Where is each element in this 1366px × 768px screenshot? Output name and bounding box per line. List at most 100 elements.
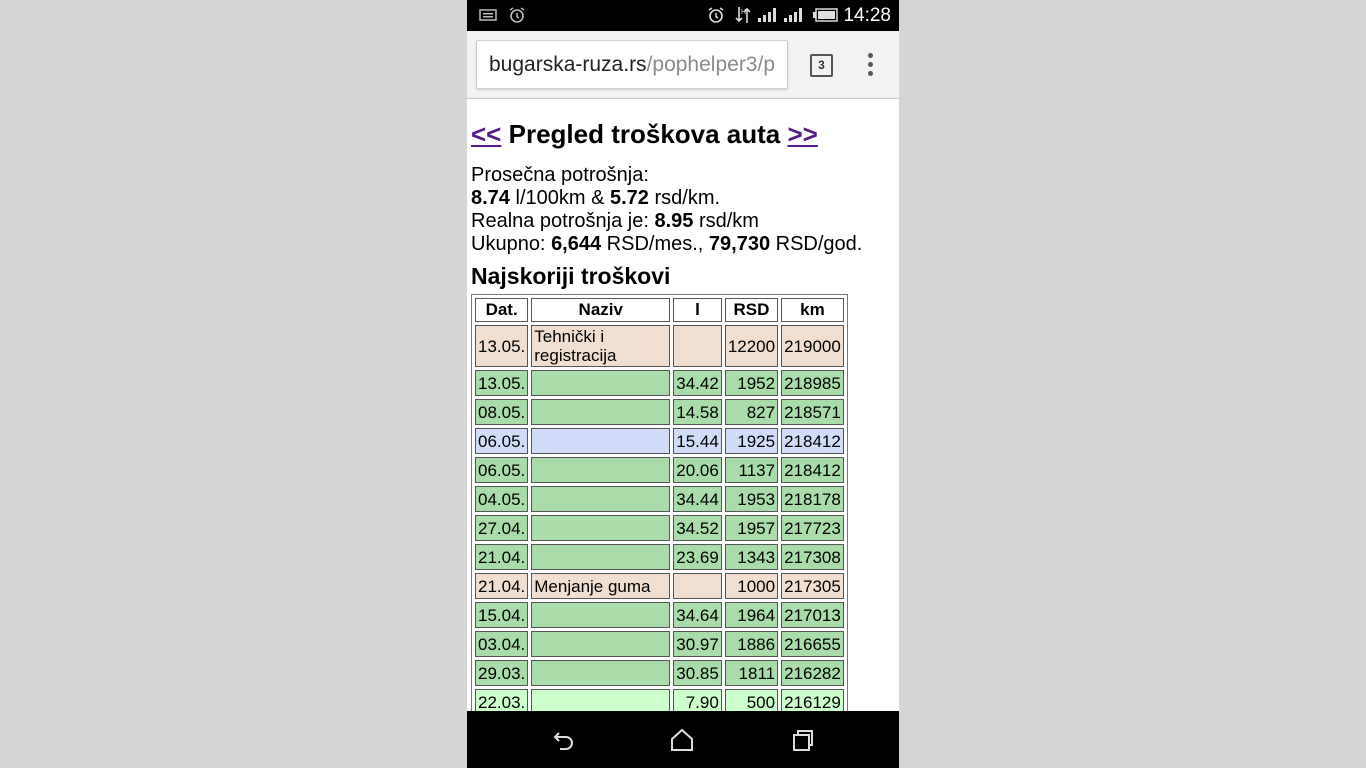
svg-text:H: H xyxy=(741,9,746,16)
cell-l: 23.69 xyxy=(673,544,722,570)
cell-rsd: 827 xyxy=(724,399,779,425)
cell-rsd: 1811 xyxy=(724,660,779,686)
cell-l: 34.64 xyxy=(673,602,722,628)
cell-km: 218985 xyxy=(781,370,844,396)
table-row: 29.03. 30.85 1811 216282 xyxy=(475,660,844,686)
cell-naziv xyxy=(531,660,671,686)
cell-naziv xyxy=(531,428,671,454)
page-title: Pregled troškova auta xyxy=(508,119,781,149)
prev-link[interactable]: << xyxy=(471,119,501,149)
cell-km: 218178 xyxy=(781,486,844,512)
summary-line-3: Realna potrošnja je: 8.95 rsd/km xyxy=(471,210,895,233)
summary: Prosečna potrošnja: 8.74 l/100km & 5.72 … xyxy=(471,164,895,256)
costs-table: Dat. Naziv l RSD km 13.05. Tehnički i reg… xyxy=(471,294,848,711)
back-icon[interactable] xyxy=(551,727,577,753)
summary-line-1: Prosečna potrošnja: xyxy=(471,164,649,186)
signal-1-icon xyxy=(757,6,777,24)
cell-km: 218571 xyxy=(781,399,844,425)
table-row: 03.04. 30.97 1886 216655 xyxy=(475,631,844,657)
cell-date: 15.04. xyxy=(475,602,529,628)
cell-naziv xyxy=(531,486,671,512)
header-date: Dat. xyxy=(475,298,529,322)
cell-rsd: 1953 xyxy=(724,486,779,512)
cell-date: 29.03. xyxy=(475,660,529,686)
alarm-icon xyxy=(707,6,725,24)
cell-km: 216282 xyxy=(781,660,844,686)
cell-naziv xyxy=(531,689,671,711)
avg-consumption-rsd: 5.72 xyxy=(609,187,649,209)
total-month-unit: RSD/mes., xyxy=(601,233,709,255)
cell-km: 218412 xyxy=(781,457,844,483)
next-link[interactable]: >> xyxy=(788,119,818,149)
cell-date: 06.05. xyxy=(475,428,529,454)
cell-date: 06.05. xyxy=(475,457,529,483)
cell-naziv xyxy=(531,515,671,541)
url-path: /pophelper3/p xyxy=(646,53,776,76)
alarm-icon xyxy=(508,6,526,24)
url-domain: bugarska-ruza.rs xyxy=(489,53,647,76)
avg-consumption-l-unit: l/100km & xyxy=(509,187,610,209)
cell-l: 7.90 xyxy=(673,689,722,711)
costs-table-body: 13.05. Tehnički i registracija 12200 219000… xyxy=(475,325,844,711)
cell-l: 30.85 xyxy=(673,660,722,686)
cell-l: 14.58 xyxy=(673,399,722,425)
cell-naziv xyxy=(531,602,671,628)
cell-naziv xyxy=(531,631,671,657)
cell-km: 219000 xyxy=(781,325,844,367)
avg-consumption-rsd-unit: rsd/km. xyxy=(648,187,721,209)
page-header: << Pregled troškova auta >> xyxy=(471,118,895,150)
header-rsd: RSD xyxy=(724,298,779,322)
table-row: 06.05. 15.44 1925 218412 xyxy=(475,428,844,454)
header-km: km xyxy=(781,298,844,322)
cell-km: 218412 xyxy=(781,428,844,454)
table-row: 13.05. Tehnički i registracija 12200 219000 xyxy=(475,325,844,367)
cell-naziv xyxy=(531,457,671,483)
tab-switcher-button[interactable]: 3 xyxy=(810,54,833,77)
total-label: Ukupno: xyxy=(471,233,552,255)
total-year-unit: RSD/god. xyxy=(770,233,863,255)
browser-toolbar: bugarska-ruza.rs/pophelper3/p 3 xyxy=(467,31,899,99)
table-row: 15.04. 34.64 1964 217013 xyxy=(475,602,844,628)
home-icon[interactable] xyxy=(669,727,695,753)
cell-naziv xyxy=(531,544,671,570)
real-consumption-value: 8.95 xyxy=(654,210,694,232)
signal-2-icon xyxy=(783,6,803,24)
table-row: 04.05. 34.44 1953 218178 xyxy=(475,486,844,512)
battery-icon xyxy=(813,6,839,24)
table-row: 13.05. 34.42 1952 218985 xyxy=(475,370,844,396)
table-row: 06.05. 20.06 1137 218412 xyxy=(475,457,844,483)
cell-l: 34.52 xyxy=(673,515,722,541)
table-row: 21.04. Menjanje guma 1000 217305 xyxy=(475,573,844,599)
summary-line-4: Ukupno: 6,644 RSD/mes., 79,730 RSD/god. xyxy=(471,233,895,256)
cell-l: 20.06 xyxy=(673,457,722,483)
table-row: 21.04. 23.69 1343 217308 xyxy=(475,544,844,570)
table-row: 27.04. 34.52 1957 217723 xyxy=(475,515,844,541)
navigation-bar xyxy=(467,711,899,768)
cell-l: 30.97 xyxy=(673,631,722,657)
total-year: 79,730 xyxy=(708,233,771,255)
cell-rsd: 1964 xyxy=(724,602,779,628)
cell-rsd: 500 xyxy=(724,689,779,711)
cell-l: 34.42 xyxy=(673,370,722,396)
cell-km: 217723 xyxy=(781,515,844,541)
cell-l xyxy=(673,573,722,599)
cell-km: 217305 xyxy=(781,573,844,599)
cell-rsd: 1925 xyxy=(724,428,779,454)
cell-km: 217308 xyxy=(781,544,844,570)
recents-icon[interactable] xyxy=(790,727,816,753)
phone-screen: H 14:28 bugarska-ruza.rs/pophelper3/p 3 … xyxy=(467,0,899,768)
real-consumption-label: Realna potrošnja je: xyxy=(471,210,655,232)
url-text[interactable]: bugarska-ruza.rs/pophelper3/p xyxy=(489,53,775,77)
page-content: << Pregled troškova auta >> Prosečna pot… xyxy=(471,99,895,711)
cell-date: 13.05. xyxy=(475,370,529,396)
cell-rsd: 1952 xyxy=(724,370,779,396)
cell-km: 216129 xyxy=(781,689,844,711)
overflow-menu-icon[interactable] xyxy=(865,53,875,77)
header-l: l xyxy=(673,298,722,322)
cell-l: 34.44 xyxy=(673,486,722,512)
cell-date: 27.04. xyxy=(475,515,529,541)
cell-rsd: 1886 xyxy=(724,631,779,657)
cell-l: 15.44 xyxy=(673,428,722,454)
cell-rsd: 1957 xyxy=(724,515,779,541)
url-bar[interactable]: bugarska-ruza.rs/pophelper3/p xyxy=(476,40,788,89)
